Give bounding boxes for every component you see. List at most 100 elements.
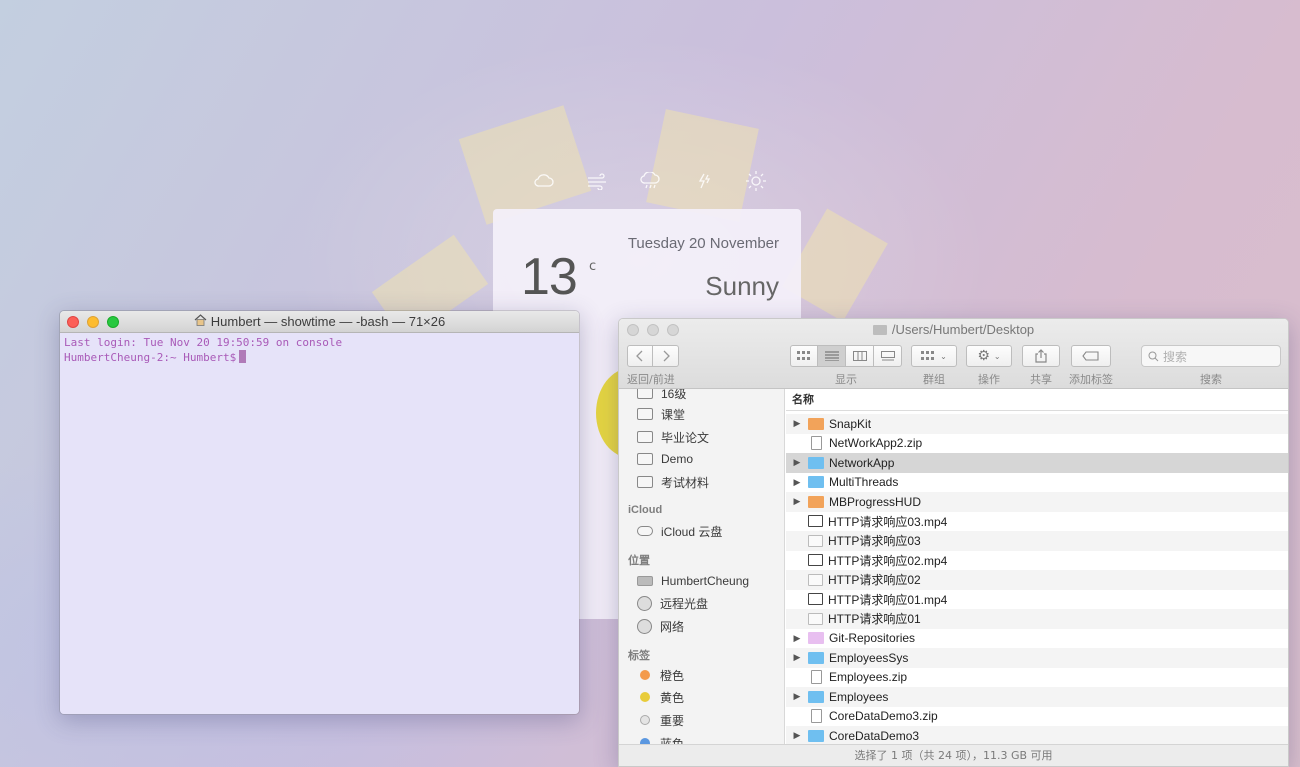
gear-icon: ⚙ (977, 348, 990, 364)
table-row[interactable]: ▶ Git-Repositories (786, 628, 1288, 648)
add-tag-button[interactable] (1071, 345, 1111, 367)
search-input[interactable]: 搜索 (1141, 345, 1281, 367)
action-button[interactable]: ⚙ ⌄ (966, 345, 1012, 367)
file-name: NetWorkApp2.zip (829, 436, 923, 451)
terminal-titlebar[interactable]: Humbert — showtime — -bash — 71×26 (60, 311, 579, 333)
group-label: 群组 (923, 373, 945, 386)
icon-view-icon[interactable] (790, 345, 818, 367)
table-row[interactable]: ▶ Employees (786, 687, 1288, 707)
minimize-button[interactable] (87, 316, 99, 328)
finder-path: /Users/Humbert/Desktop (891, 322, 1035, 337)
sidebar-item-network[interactable]: 网络 (637, 617, 684, 635)
gallery-view-icon[interactable] (874, 345, 902, 367)
table-row[interactable]: HTTP请求响应03 (786, 531, 1288, 551)
weather-date: Tuesday 20 November (627, 235, 779, 252)
table-row[interactable]: ▶ EmployeesSys (786, 648, 1288, 668)
table-row[interactable]: ▶ SnapKit (786, 414, 1288, 434)
weather-condition: Sunny (705, 271, 779, 301)
table-row[interactable]: HTTP请求响应01 (786, 609, 1288, 629)
thunder-icon[interactable] (689, 170, 717, 192)
video-file-icon (808, 554, 823, 567)
view-label: 显示 (835, 373, 857, 386)
finder-window[interactable]: /Users/Humbert/Desktop 返回/前进 显示 ⌄ 群组 ⚙ ⌄ … (618, 318, 1289, 767)
disclosure-triangle-icon[interactable]: ▶ (786, 691, 808, 702)
file-name: HTTP请求响应02.mp4 (828, 553, 948, 568)
sidebar-item-thesis[interactable]: 毕业论文 (637, 428, 709, 446)
table-row[interactable]: CoreDataDemo3.zip (786, 706, 1288, 726)
zip-file-icon (811, 709, 822, 724)
share-button[interactable] (1022, 345, 1060, 367)
disclosure-triangle-icon[interactable]: ▶ (786, 477, 808, 488)
sidebar-item-label: 课堂 (661, 407, 686, 422)
sidebar-item-tag-blue[interactable]: 蓝色 (637, 734, 684, 744)
terminal-window[interactable]: Humbert — showtime — -bash — 71×26 Last … (59, 310, 580, 715)
view-group: 显示 (790, 345, 902, 387)
video-file-icon (808, 515, 823, 528)
cloud-icon[interactable] (530, 170, 558, 192)
search-label: 搜索 (1200, 373, 1222, 386)
disclosure-triangle-icon[interactable]: ▶ (786, 418, 808, 429)
sidebar-item-tag-yellow[interactable]: 黄色 (637, 688, 684, 706)
sidebar-item-exam[interactable]: 考试材料 (637, 473, 709, 491)
folder-icon (808, 651, 824, 664)
status-bar: 选择了 1 项（共 24 项），11.3 GB 可用 (619, 744, 1288, 766)
search-group: 搜索 搜索 (1141, 345, 1281, 387)
file-list[interactable]: 名称 ▶ SnapKit NetWorkApp2.zip ▶ NetworkApp ▶ Mu… (786, 389, 1288, 744)
sidebar-item-label: 重要 (660, 713, 685, 728)
table-row[interactable]: ▶ NetworkApp (786, 453, 1288, 473)
table-row[interactable]: Employees.zip (786, 667, 1288, 687)
zoom-button[interactable] (107, 316, 119, 328)
table-row[interactable]: HTTP请求响应03.mp4 (786, 511, 1288, 531)
sun-icon[interactable] (742, 170, 770, 192)
sidebar-item-16[interactable]: 16级 (637, 389, 686, 402)
terminal-content[interactable]: Last login: Tue Nov 20 19:50:59 on conso… (60, 333, 579, 714)
disclosure-triangle-icon[interactable]: ▶ (786, 730, 808, 741)
file-name: HTTP请求响应02 (828, 573, 921, 588)
disclosure-triangle-icon[interactable]: ▶ (786, 652, 808, 663)
file-name: CoreDataDemo3.zip (829, 709, 938, 724)
file-name: HTTP请求响应01.mp4 (828, 592, 948, 607)
sidebar-item-remote-disc[interactable]: 远程光盘 (637, 594, 708, 612)
sun-ray (646, 109, 759, 222)
sidebar-item-computer[interactable]: HumbertCheung (637, 572, 749, 590)
sidebar-item-classroom[interactable]: 课堂 (637, 405, 685, 423)
video-file-icon (808, 593, 823, 606)
table-row[interactable]: HTTP请求响应02 (786, 570, 1288, 590)
window-controls (67, 316, 119, 328)
back-button[interactable] (627, 345, 653, 367)
chevron-down-icon: ⌄ (993, 351, 1001, 361)
weather-icon-bar (530, 168, 770, 194)
file-name: SnapKit (829, 416, 872, 431)
group-by-button[interactable]: ⌄ (911, 345, 957, 367)
document-icon (808, 612, 823, 625)
sidebar-item-icloud-drive[interactable]: iCloud 云盘 (637, 522, 722, 540)
sidebar-item-tag-orange[interactable]: 橙色 (637, 666, 684, 684)
zip-file-icon (811, 436, 822, 451)
sidebar-item-demo[interactable]: Demo (637, 450, 693, 468)
disclosure-triangle-icon[interactable]: ▶ (786, 457, 808, 468)
table-row[interactable]: ▶ MBProgressHUD (786, 492, 1288, 512)
sidebar-item-label: 远程光盘 (660, 596, 709, 611)
sidebar-item-label: Demo (661, 452, 694, 466)
forward-button[interactable] (653, 345, 679, 367)
column-view-icon[interactable] (846, 345, 874, 367)
sidebar-item-label: iCloud 云盘 (661, 524, 723, 539)
wind-icon[interactable] (583, 170, 611, 192)
list-view-icon[interactable] (818, 345, 846, 367)
column-header-name[interactable]: 名称 (786, 389, 1288, 411)
close-button[interactable] (67, 316, 79, 328)
disclosure-triangle-icon[interactable]: ▶ (786, 633, 808, 644)
globe-icon (637, 618, 652, 634)
rain-icon[interactable] (636, 170, 664, 192)
table-row[interactable]: ▶ MultiThreads (786, 472, 1288, 492)
sidebar-item-tag-important[interactable]: 重要 (637, 711, 684, 729)
folder-icon (637, 408, 653, 420)
table-row[interactable]: NetWorkApp2.zip (786, 433, 1288, 453)
share-group: 共享 (1022, 345, 1060, 387)
table-row[interactable]: HTTP请求响应01.mp4 (786, 589, 1288, 609)
table-row[interactable]: HTTP请求响应02.mp4 (786, 550, 1288, 570)
table-row[interactable]: ▶ CoreDataDemo3 (786, 726, 1288, 744)
disclosure-triangle-icon[interactable]: ▶ (786, 496, 808, 507)
text-cursor (239, 350, 247, 363)
file-name: HTTP请求响应03.mp4 (828, 514, 948, 529)
